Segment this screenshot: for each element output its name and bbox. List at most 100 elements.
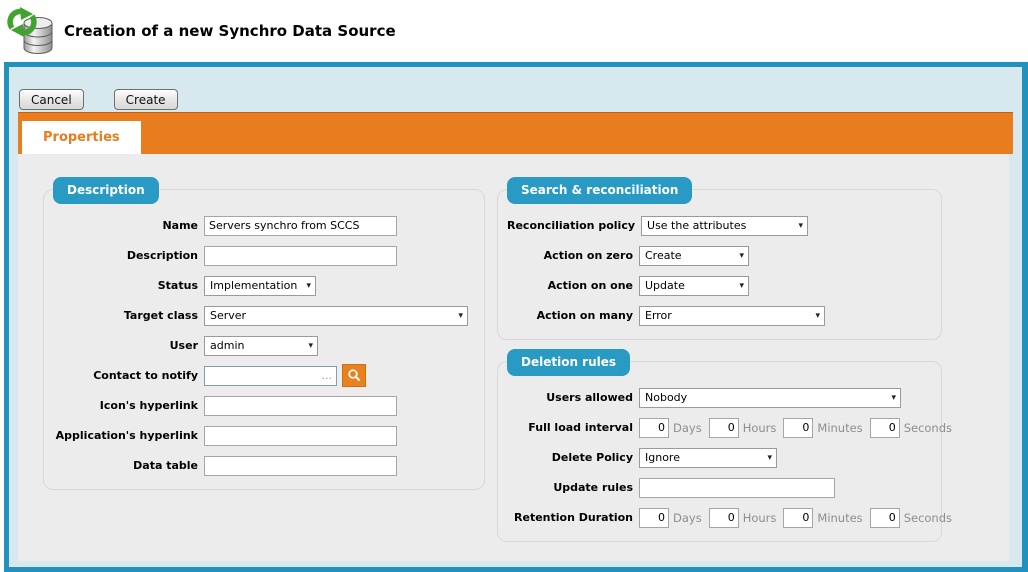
retention-duration-hours-input[interactable]	[709, 508, 739, 528]
name-control	[204, 216, 397, 236]
action-on-many-selected-value: Error	[645, 309, 672, 322]
status-label-text: Status	[158, 279, 198, 292]
users-allowed-select[interactable]: Nobody ▾	[639, 388, 901, 408]
description-field-row: Description	[53, 245, 476, 266]
update-rules-label: Update rules	[507, 481, 633, 494]
user-control: admin ▾	[204, 336, 318, 356]
user-label: User	[53, 339, 198, 352]
page-header: Creation of a new Synchro Data Source	[0, 0, 1028, 62]
contact-to-notify-search-button[interactable]	[342, 364, 366, 387]
retention-duration-label: Retention Duration	[507, 511, 633, 524]
tab-properties[interactable]: Properties	[22, 121, 141, 154]
dropdown-arrow-icon: ▾	[739, 281, 744, 291]
full-load-interval-seconds-input[interactable]	[870, 418, 900, 438]
dropdown-arrow-icon: ▾	[739, 251, 744, 261]
dropdown-arrow-icon: ▾	[798, 221, 803, 231]
delete-policy-field-row: Delete Policy Ignore▾	[507, 447, 933, 468]
retention-duration-days-input[interactable]	[639, 508, 669, 528]
icons-hyperlink-field-row: Icon's hyperlink	[53, 395, 476, 416]
delete-policy-label: Delete Policy	[507, 451, 633, 464]
search-icon	[347, 368, 362, 383]
user-label-text: User	[170, 339, 198, 352]
delete-policy-select[interactable]: Ignore▾	[639, 448, 777, 468]
data-table-control	[204, 456, 397, 476]
action-on-many-control: Error▾	[639, 306, 825, 326]
action-on-zero-select[interactable]: Create ▾	[639, 246, 749, 266]
deletion-rules-section: Deletion rules Users allowedNobody▾Full …	[497, 361, 942, 542]
right-column: Search & reconciliation Reconciliation p…	[497, 154, 942, 542]
target-class-field-row: Target class Server▾	[53, 305, 476, 326]
data-table-input[interactable]	[204, 456, 397, 476]
action-on-many-select[interactable]: Error▾	[639, 306, 825, 326]
action-on-zero-field-row: Action on zero Create ▾	[507, 245, 933, 266]
icons-hyperlink-label-text: Icon's hyperlink	[100, 399, 198, 412]
create-button[interactable]: Create	[114, 89, 178, 110]
data-table-label: Data table	[53, 459, 198, 472]
full-load-interval-hours-unit-label: Hours	[743, 421, 777, 435]
name-field-row: Name	[53, 215, 476, 236]
contact-to-notify-control: ...	[204, 364, 366, 387]
name-input[interactable]	[204, 216, 397, 236]
users-allowed-label-text: Users allowed	[546, 391, 633, 404]
update-rules-control	[639, 478, 835, 498]
reconciliation-policy-label-text: Reconciliation policy	[507, 219, 635, 232]
full-load-interval-hours-input[interactable]	[709, 418, 739, 438]
delete-policy-label-text: Delete Policy	[552, 451, 633, 464]
retention-duration-control: DaysHoursMinutesSeconds	[639, 508, 959, 528]
status-select[interactable]: Implementation▾	[204, 276, 316, 296]
action-toolbar: Cancel Create	[14, 89, 1013, 110]
description-section: Description NameDescriptionStatusImpleme…	[43, 189, 485, 490]
full-load-interval-label-text: Full load interval	[528, 421, 633, 434]
action-on-one-control: Update▾	[639, 276, 749, 296]
cancel-button[interactable]: Cancel	[19, 89, 84, 110]
full-load-interval-minutes-input[interactable]	[783, 418, 813, 438]
users-allowed-selected-value: Nobody	[645, 391, 687, 404]
retention-duration-minutes-input[interactable]	[783, 508, 813, 528]
action-on-one-select[interactable]: Update▾	[639, 276, 749, 296]
action-on-one-label-text: Action on one	[548, 279, 633, 292]
target-class-control: Server▾	[204, 306, 468, 326]
users-allowed-control: Nobody ▾	[639, 388, 901, 408]
applications-hyperlink-input[interactable]	[204, 426, 397, 446]
data-table-label-text: Data table	[133, 459, 198, 472]
dropdown-arrow-icon: ▾	[891, 393, 896, 403]
retention-duration-field-row: Retention DurationDaysHoursMinutesSecond…	[507, 507, 933, 528]
target-class-label: Target class	[53, 309, 198, 322]
user-select[interactable]: admin ▾	[204, 336, 318, 356]
contact-to-notify-autocomplete: ...	[204, 366, 337, 386]
users-allowed-label: Users allowed	[507, 391, 633, 404]
reconciliation-policy-select[interactable]: Use the attributes ▾	[641, 216, 808, 236]
update-rules-field-row: Update rules	[507, 477, 933, 498]
full-load-interval-days-input[interactable]	[639, 418, 669, 438]
action-on-zero-selected-value: Create	[645, 249, 682, 262]
icons-hyperlink-input[interactable]	[204, 396, 397, 416]
properties-panel: Description NameDescriptionStatusImpleme…	[18, 154, 1009, 561]
action-on-zero-label: Action on zero	[507, 249, 633, 262]
description-input[interactable]	[204, 246, 397, 266]
reconciliation-policy-selected-value: Use the attributes	[647, 219, 746, 232]
users-allowed-field-row: Users allowed Nobody ▾	[507, 387, 933, 408]
status-selected-value: Implementation	[210, 279, 297, 292]
action-on-zero-control: Create ▾	[639, 246, 749, 266]
action-on-many-field-row: Action on many Error▾	[507, 305, 933, 326]
user-selected-value: admin	[210, 339, 244, 352]
full-load-interval-days-unit-label: Days	[673, 421, 702, 435]
applications-hyperlink-control	[204, 426, 397, 446]
dropdown-arrow-icon: ▾	[458, 311, 463, 321]
full-load-interval-label: Full load interval	[507, 421, 633, 434]
search-reconciliation-section: Search & reconciliation Reconciliation p…	[497, 189, 942, 340]
action-on-many-label: Action on many	[507, 309, 633, 322]
target-class-select[interactable]: Server▾	[204, 306, 468, 326]
retention-duration-seconds-input[interactable]	[870, 508, 900, 528]
applications-hyperlink-field-row: Application's hyperlink	[53, 425, 476, 446]
search-reconciliation-legend: Search & reconciliation	[507, 177, 692, 204]
contact-to-notify-input[interactable]	[204, 366, 337, 386]
update-rules-input[interactable]	[639, 478, 835, 498]
dropdown-arrow-icon: ▾	[767, 453, 772, 463]
description-label-text: Description	[127, 249, 198, 262]
dropdown-arrow-icon: ▾	[308, 341, 313, 351]
full-load-interval-minutes-unit-label: Minutes	[817, 421, 862, 435]
full-load-interval-field-row: Full load intervalDaysHoursMinutesSecond…	[507, 417, 933, 438]
reconciliation-policy-label: Reconciliation policy	[507, 219, 635, 232]
tab-bar: Properties	[18, 112, 1013, 154]
